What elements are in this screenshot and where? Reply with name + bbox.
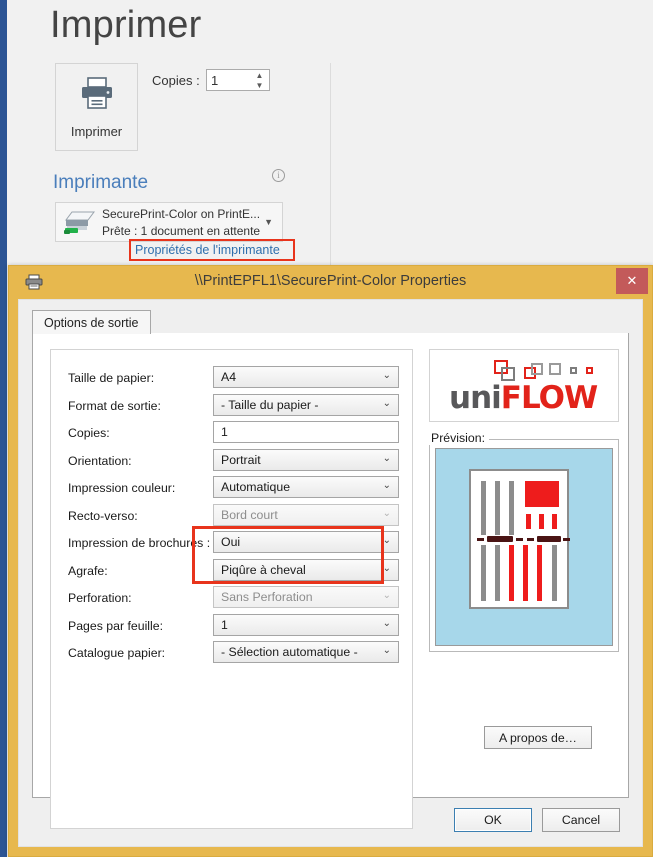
field-value: 1 xyxy=(221,425,228,439)
field-value: Piqûre à cheval xyxy=(221,562,306,577)
preview-group: Prévision: xyxy=(427,431,619,652)
form-row: Recto-verso: Bord court ⌄ xyxy=(51,503,412,531)
field-label: Format de sortie: xyxy=(68,398,161,413)
about-button[interactable]: A propos de… xyxy=(484,726,592,749)
form-row: Catalogue papier: - Sélection automatique… xyxy=(51,641,412,668)
form-row: Pages par feuille: 1 ⌄ xyxy=(51,613,412,641)
field-label: Pages par feuille: xyxy=(68,618,164,633)
form-row: Impression couleur: Automatique ⌄ xyxy=(51,476,412,503)
form-row: Agrafe: Piqûre à cheval ⌄ xyxy=(51,558,412,586)
uniflow-logo-flow: FLOW xyxy=(500,379,598,416)
dialog-footer: OK Cancel xyxy=(19,798,642,846)
select-format-de-sortie[interactable]: - Taille du papier - ⌄ xyxy=(213,393,399,416)
ok-button[interactable]: OK xyxy=(454,808,532,832)
preview-canvas xyxy=(435,448,613,646)
logo-decorative-squares xyxy=(494,359,599,382)
copies-input[interactable]: 1 ▲ ▼ xyxy=(206,69,270,91)
stepper-up-icon[interactable]: ▲ xyxy=(256,72,264,80)
field-value: Portrait xyxy=(221,452,261,467)
copies-stepper[interactable]: ▲ ▼ xyxy=(253,72,266,90)
stepper-down-icon[interactable]: ▼ xyxy=(256,82,264,90)
copies-value: 1 xyxy=(211,72,219,88)
field-value: Automatique xyxy=(221,480,291,494)
select-catalogue-papier[interactable]: - Sélection automatique - ⌄ xyxy=(213,641,399,663)
printer-selector[interactable]: SecurePrint-Color on PrintE... Prête : 1… xyxy=(55,202,283,242)
chevron-down-icon: ⌄ xyxy=(382,590,391,601)
field-value: A4 xyxy=(221,370,237,384)
field-label: Recto-verso: xyxy=(68,508,138,523)
form-row: Copies: 1 xyxy=(51,421,412,448)
field-label: Impression de brochures : xyxy=(68,536,211,550)
tab-options-de-sortie[interactable]: Options de sortie xyxy=(32,310,151,334)
select-orientation[interactable]: Portrait ⌄ xyxy=(213,448,399,471)
dialog-title: \\PrintEPFL1\SecurePrint-Color Propertie… xyxy=(194,273,467,289)
form-row: Impression de brochures : Oui ⌄ xyxy=(51,531,412,558)
field-value: Bord court xyxy=(221,507,278,522)
printer-properties-link[interactable]: Propriétés de l'imprimante xyxy=(135,243,280,257)
uniflow-logo-uni: uni xyxy=(449,379,502,416)
select-agrafe[interactable]: Piqûre à cheval ⌄ xyxy=(213,558,399,581)
form-row: Taille de papier: A4 ⌄ xyxy=(51,366,412,393)
printer-status: Prête : 1 document en attente xyxy=(102,224,261,238)
close-icon[interactable]: ✕ xyxy=(616,268,648,294)
select-impression-de-brochures[interactable]: Oui ⌄ xyxy=(213,531,399,553)
tab-panel-options-de-sortie: Taille de papier: A4 ⌄ Format de sortie: - T… xyxy=(32,333,629,829)
form-row: Format de sortie: - Taille du papier - ⌄ xyxy=(51,393,412,421)
printer-properties-dialog: \\PrintEPFL1\SecurePrint-Color Propertie… xyxy=(8,265,653,857)
chevron-down-icon[interactable]: ⌄ xyxy=(383,535,391,546)
chevron-down-icon[interactable]: ⌄ xyxy=(383,480,391,491)
dialog-body: Options de sortie Taille de papier: A4 ⌄ Fo… xyxy=(18,299,643,847)
select-recto-verso: Bord court ⌄ xyxy=(213,503,399,526)
printer-device-icon xyxy=(64,210,96,241)
chevron-down-icon: ⌄ xyxy=(382,507,391,519)
chevron-down-icon[interactable]: ⌄ xyxy=(383,563,391,574)
chevron-down-icon[interactable]: ⌄ xyxy=(383,453,391,464)
field-value: - Taille du papier - xyxy=(221,397,319,412)
printer-name: SecurePrint-Color on PrintE... xyxy=(102,207,261,221)
uniflow-logo: uniFLOW xyxy=(429,349,619,422)
field-value: 1 xyxy=(221,617,228,632)
dialog-title-bar[interactable]: \\PrintEPFL1\SecurePrint-Color Propertie… xyxy=(9,266,652,299)
copies-label: Copies : xyxy=(152,73,200,88)
input-copies[interactable]: 1 xyxy=(213,421,399,443)
field-value: - Sélection automatique - xyxy=(221,645,358,659)
chevron-down-icon[interactable]: ⌄ xyxy=(383,618,391,629)
field-label: Taille de papier: xyxy=(68,371,155,385)
form-row: Orientation: Portrait ⌄ xyxy=(51,448,412,476)
printer-icon xyxy=(78,76,116,117)
select-perforation: Sans Perforation ⌄ xyxy=(213,586,399,608)
field-value: Sans Perforation xyxy=(221,590,313,604)
print-button-label: Imprimer xyxy=(70,123,123,139)
field-value: Oui xyxy=(221,535,241,549)
page-title: Imprimer xyxy=(50,4,202,46)
field-label: Impression couleur: xyxy=(68,481,176,495)
output-options-form: Taille de papier: A4 ⌄ Format de sortie: - T… xyxy=(50,349,413,829)
chevron-down-icon[interactable]: ⌄ xyxy=(383,398,391,409)
field-label: Catalogue papier: xyxy=(68,646,166,660)
chevron-down-icon[interactable]: ⌄ xyxy=(383,645,391,656)
select-taille-de-papier[interactable]: A4 ⌄ xyxy=(213,366,399,388)
field-label: Copies: xyxy=(68,426,110,440)
preview-legend: Prévision: xyxy=(427,431,489,445)
field-label: Orientation: xyxy=(68,453,132,468)
tab-strip: Options de sortie xyxy=(32,310,629,334)
chevron-down-icon[interactable]: ▼ xyxy=(264,217,273,227)
cancel-button[interactable]: Cancel xyxy=(542,808,620,832)
field-label: Perforation: xyxy=(68,591,132,605)
select-impression-couleur[interactable]: Automatique ⌄ xyxy=(213,476,399,498)
print-button[interactable]: Imprimer xyxy=(55,63,138,151)
preview-page xyxy=(469,469,570,609)
info-icon[interactable]: i xyxy=(272,169,285,182)
form-row: Perforation: Sans Perforation ⌄ xyxy=(51,586,412,613)
chevron-down-icon[interactable]: ⌄ xyxy=(383,370,391,381)
field-label: Agrafe: xyxy=(68,563,108,578)
uniflow-logo-text: uniFLOW xyxy=(449,379,598,416)
printer-section-heading: Imprimante xyxy=(53,172,149,193)
app-left-edge-strip xyxy=(0,0,7,857)
backstage-column-divider xyxy=(330,63,331,271)
select-pages-par-feuille[interactable]: 1 ⌄ xyxy=(213,613,399,636)
